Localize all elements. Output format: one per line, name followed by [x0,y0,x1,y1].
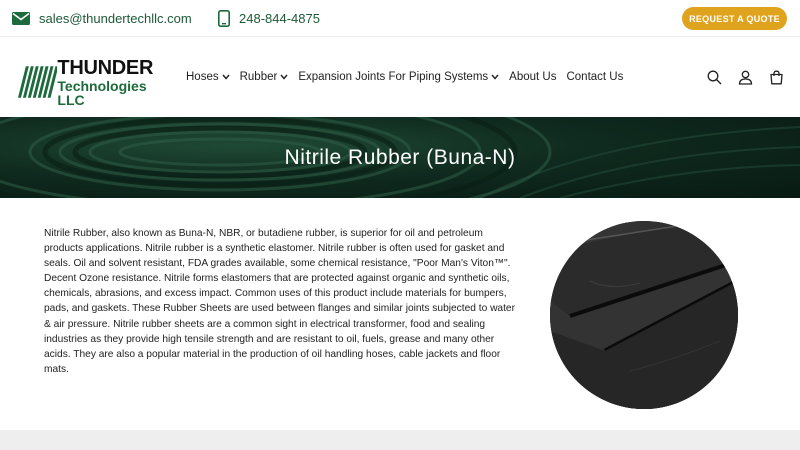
phone-icon [218,10,230,27]
search-icon[interactable] [707,70,722,85]
email-link[interactable]: sales@thundertechllc.com [12,0,192,37]
site-header: THUNDER Technologies LLC Hoses Rubber Ex… [0,37,800,117]
request-quote-button[interactable]: REQUEST A QUOTE [682,7,787,30]
main-content: Nitrile Rubber, also known as Buna-N, NB… [0,198,800,430]
email-text: sales@thundertechllc.com [39,11,192,26]
account-icon[interactable] [738,70,753,85]
chevron-down-icon [491,74,499,80]
nav-label: Rubber [239,71,278,83]
nav-label: Hoses [186,71,219,83]
nav-item-contact-us[interactable]: Contact Us [566,71,623,83]
main-nav: Hoses Rubber Expansion Joints For Piping… [186,37,623,117]
logo-line-1: THUNDER [57,56,154,79]
nav-item-about-us[interactable]: About Us [509,71,556,83]
nav-item-expansion-joints[interactable]: Expansion Joints For Piping Systems [298,71,499,83]
hero-banner: Nitrile Rubber (Buna-N) [0,117,800,198]
logo-text: THUNDER Technologies LLC [57,58,176,107]
mail-icon [12,12,30,25]
top-bar: sales@thundertechllc.com 248-844-4875 RE… [0,0,800,37]
nav-label: Expansion Joints For Piping Systems [298,71,489,83]
chevron-down-icon [222,74,230,80]
nav-item-hoses[interactable]: Hoses [186,71,230,83]
nav-label: Contact Us [566,71,624,83]
footer-strip [0,430,800,450]
nav-label: About Us [509,71,557,83]
cart-icon[interactable] [769,70,784,85]
nav-item-rubber[interactable]: Rubber [240,71,289,83]
logo-stripes-icon [18,66,58,98]
header-icons [707,37,784,117]
logo-line-2: Technologies LLC [57,77,147,108]
phone-link[interactable]: 248-844-4875 [218,0,320,37]
phone-text: 248-844-4875 [239,11,320,26]
product-image [550,221,738,409]
product-description: Nitrile Rubber, also known as Buna-N, NB… [44,228,515,375]
logo[interactable]: THUNDER Technologies LLC [18,58,176,107]
rubber-sheet-image [550,221,738,409]
chevron-down-icon [280,74,288,80]
page-title: Nitrile Rubber (Buna-N) [284,145,516,169]
